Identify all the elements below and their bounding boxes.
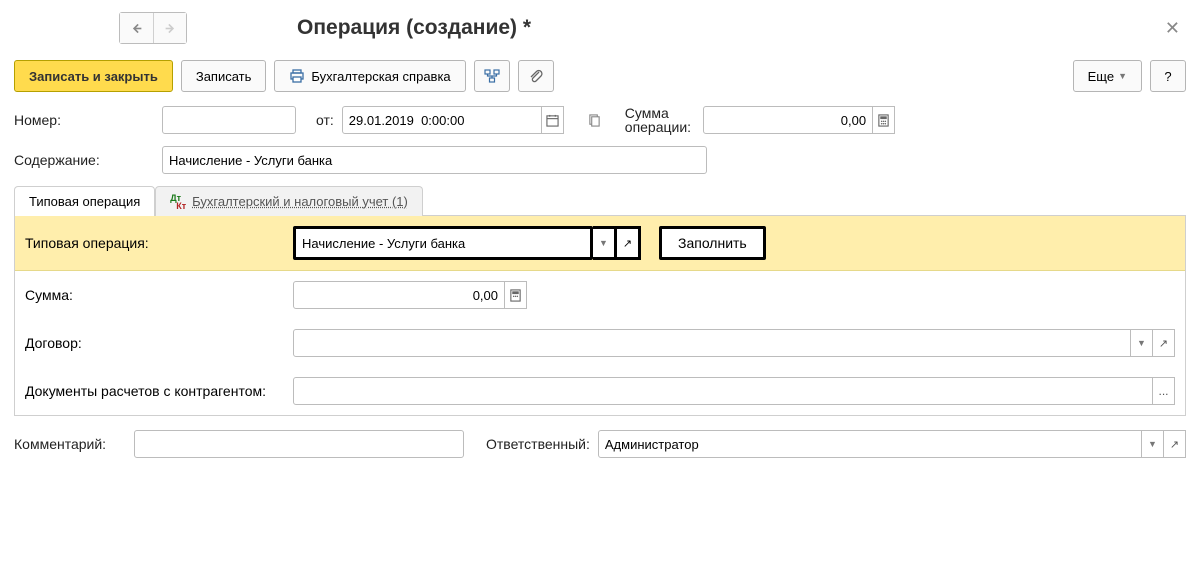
settlement-docs-input[interactable]: [293, 377, 1153, 405]
chevron-down-icon: ▼: [1148, 439, 1157, 449]
label-typical-operation: Типовая операция:: [25, 235, 285, 251]
label-settlement-docs: Документы расчетов с контрагентом:: [25, 383, 285, 399]
typical-operation-row: Типовая операция: ▼ ↗ Заполнить: [15, 216, 1185, 271]
number-input[interactable]: [162, 106, 296, 134]
nav-back-button[interactable]: [120, 13, 153, 43]
chevron-down-icon: ▼: [1118, 71, 1127, 81]
paperclip-icon: [528, 68, 544, 84]
contract-combo: ▼ ↗: [293, 329, 1175, 357]
contract-row: Договор: ▼ ↗: [15, 319, 1185, 367]
structure-icon: [484, 68, 500, 84]
printer-icon: [289, 68, 305, 84]
comment-input[interactable]: [134, 430, 464, 458]
chevron-down-icon: ▼: [599, 238, 608, 248]
bottom-row: Комментарий: Ответственный: ▼ ↗: [14, 430, 1186, 458]
attachment-button[interactable]: [518, 60, 554, 92]
contract-input[interactable]: [293, 329, 1131, 357]
label-comment: Комментарий:: [14, 436, 126, 452]
fill-button[interactable]: Заполнить: [659, 226, 766, 260]
tab-strip: Типовая операция ДтКт Бухгалтерский и на…: [14, 186, 1186, 216]
sum-combo: [293, 281, 527, 309]
open-icon: ↗: [1159, 337, 1168, 350]
sum-calc-button[interactable]: [505, 281, 527, 309]
typical-op-combo: ▼ ↗: [293, 226, 641, 260]
responsible-input[interactable]: [598, 430, 1142, 458]
settlement-docs-combo: ...: [293, 377, 1175, 405]
date-input[interactable]: [342, 106, 542, 134]
label-from: от:: [316, 112, 334, 128]
more-label: Еще: [1088, 69, 1114, 84]
calendar-icon: [546, 114, 559, 127]
settlement-docs-row: Документы расчетов с контрагентом: ...: [15, 367, 1185, 415]
tab-accounting-label: Бухгалтерский и налоговый учет (1): [192, 194, 408, 209]
row-content: Содержание:: [14, 146, 1186, 174]
typical-op-open-button[interactable]: ↗: [617, 226, 641, 260]
row-number-date: Номер: от: Суммаоперации:: [14, 106, 1186, 134]
toolbar: Записать и закрыть Записать Бухгалтерска…: [14, 60, 1186, 92]
contract-open-button[interactable]: ↗: [1153, 329, 1175, 357]
print-button[interactable]: Бухгалтерская справка: [274, 60, 465, 92]
tab-body: Типовая операция: ▼ ↗ Заполнить Сумма: Д…: [14, 216, 1186, 416]
dt-kt-icon: ДтКт: [170, 194, 186, 210]
more-button[interactable]: Еще ▼: [1073, 60, 1142, 92]
content-input[interactable]: [162, 146, 707, 174]
document-icon[interactable]: [588, 114, 601, 127]
close-icon[interactable]: ✕: [1159, 18, 1186, 39]
open-icon: ↗: [1170, 438, 1179, 451]
typical-op-dropdown-button[interactable]: ▼: [593, 226, 617, 260]
calendar-button[interactable]: [542, 106, 564, 134]
responsible-dropdown-button[interactable]: ▼: [1142, 430, 1164, 458]
sum-op-calc-button[interactable]: [873, 106, 895, 134]
nav-buttons: [119, 12, 187, 44]
label-content: Содержание:: [14, 152, 154, 168]
nav-forward-button[interactable]: [153, 13, 186, 43]
structure-button[interactable]: [474, 60, 510, 92]
contract-dropdown-button[interactable]: ▼: [1131, 329, 1153, 357]
sum-row: Сумма:: [15, 271, 1185, 319]
sum-op-combo: [703, 106, 895, 134]
print-label: Бухгалтерская справка: [311, 69, 450, 84]
typical-op-input[interactable]: [293, 226, 593, 260]
header-row: Операция (создание) * ✕: [14, 12, 1186, 44]
calculator-icon: [877, 114, 890, 127]
help-button[interactable]: ?: [1150, 60, 1186, 92]
label-sum-op: Суммаоперации:: [625, 106, 691, 134]
sum-input[interactable]: [293, 281, 505, 309]
sum-op-input[interactable]: [703, 106, 873, 134]
label-responsible: Ответственный:: [486, 436, 590, 452]
save-button[interactable]: Записать: [181, 60, 267, 92]
chevron-down-icon: ▼: [1137, 338, 1146, 348]
page-title: Операция (создание) *: [297, 16, 531, 40]
settlement-docs-more-button[interactable]: ...: [1153, 377, 1175, 405]
responsible-combo: ▼ ↗: [598, 430, 1186, 458]
calculator-icon: [509, 289, 522, 302]
label-sum: Сумма:: [25, 287, 285, 303]
tab-typical-operation[interactable]: Типовая операция: [14, 186, 155, 216]
responsible-open-button[interactable]: ↗: [1164, 430, 1186, 458]
label-contract: Договор:: [25, 335, 285, 351]
label-number: Номер:: [14, 112, 154, 128]
date-combo: [342, 106, 564, 134]
save-close-button[interactable]: Записать и закрыть: [14, 60, 173, 92]
open-icon: ↗: [623, 237, 632, 250]
ellipsis-icon: ...: [1158, 384, 1168, 398]
tab-accounting[interactable]: ДтКт Бухгалтерский и налоговый учет (1): [155, 186, 423, 216]
